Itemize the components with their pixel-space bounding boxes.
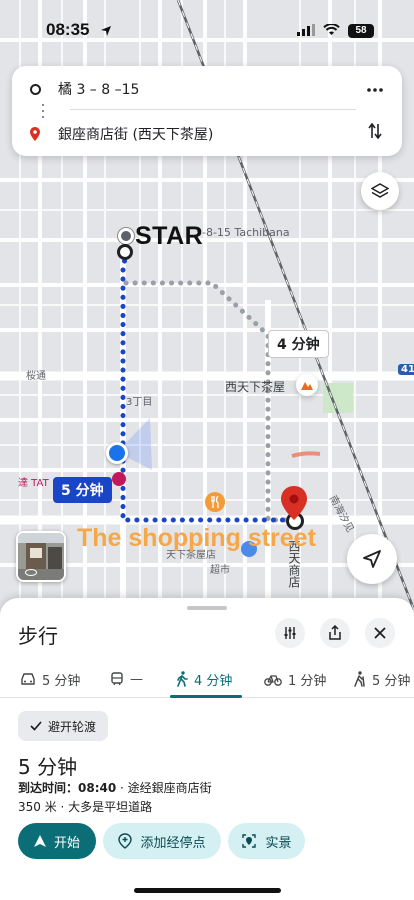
close-icon (374, 627, 386, 639)
street-view-button[interactable]: 实景 (228, 823, 305, 859)
sliders-icon (284, 627, 296, 639)
start-button[interactable]: 开始 (18, 823, 96, 859)
add-location-icon (118, 833, 133, 849)
tab-hiking-label: 5 分钟 (372, 673, 411, 689)
travel-mode-tabs: 5 分钟 — 4 分钟 1 分钟 5 分钟 (0, 660, 414, 698)
transit-icon (111, 672, 123, 686)
bike-icon (264, 674, 282, 686)
battery-indicator: 58 (348, 23, 374, 38)
street-view-label: 实景 (265, 835, 292, 851)
route-duration: 5 分钟 (18, 755, 78, 779)
destination-marker-icon (12, 127, 58, 141)
route-distance: 350 米 (18, 800, 57, 814)
store-marker-icon[interactable] (112, 472, 126, 486)
shopping-street-annotation: The shopping street (77, 524, 316, 552)
map-label-tat: 達 TAT (18, 478, 49, 489)
swap-button[interactable] (360, 120, 390, 148)
map-label-sakuradori: 桜通 (26, 371, 46, 382)
tab-walking[interactable]: 4 分钟 (176, 660, 232, 698)
origin-circle-icon (12, 83, 58, 95)
status-bar: 08:35 58 (0, 0, 414, 54)
arrival-time: 08:40 (78, 781, 117, 795)
alt-route-time-chip[interactable]: 4 分钟 (268, 330, 329, 358)
avoid-ferry-label: 避开轮渡 (48, 719, 97, 734)
main-route-time-chip[interactable]: 5 分钟 (53, 477, 112, 503)
directions-sheet: 步行 5 分钟 — 4 分钟 1 分钟 5 分钟 避开轮渡 5 分钟 到达时间：… (0, 598, 414, 900)
tab-driving-label: 5 分钟 (42, 673, 81, 689)
route-terrain: · 大多是平坦道路 (56, 800, 153, 814)
start-button-label: 开始 (53, 835, 80, 851)
map-label-market: 超市 (210, 565, 230, 576)
tab-hiking[interactable]: 5 分钟 (352, 660, 410, 698)
sheet-title: 步行 (18, 624, 58, 648)
tab-transit[interactable]: — (110, 660, 143, 698)
360-icon (25, 569, 37, 576)
map-label-tachibana: 3-8-15 Tachibana (195, 226, 290, 239)
route-card: 橘 3 – 8 –15 銀座商店街 (西天下茶屋) (12, 66, 402, 156)
route-options-button[interactable] (275, 618, 305, 648)
arrival-label: 到达时间： (18, 781, 79, 795)
tab-cycling-label: 1 分钟 (288, 673, 327, 689)
share-button[interactable] (320, 618, 350, 648)
walk-icon (177, 671, 188, 687)
add-stop-label: 添加经停点 (140, 835, 206, 851)
tab-driving[interactable]: 5 分钟 (20, 660, 80, 698)
navigate-icon (33, 835, 46, 847)
map-label-station: 西天下茶屋 (225, 380, 286, 394)
navigation-arrow-icon (363, 550, 381, 568)
recenter-button[interactable] (347, 534, 397, 584)
current-location-icon (106, 442, 128, 464)
destination-field[interactable]: 銀座商店街 (西天下茶屋) (58, 124, 213, 144)
active-tab-indicator (170, 695, 242, 698)
check-icon (30, 721, 42, 731)
start-point-icon (117, 244, 133, 260)
wifi-icon (323, 21, 340, 40)
street-view-thumbnail[interactable] (16, 531, 66, 582)
more-options-button[interactable] (360, 76, 390, 102)
signal-icon (297, 21, 315, 40)
tab-cycling[interactable]: 1 分钟 (264, 660, 326, 698)
status-time: 08:35 (46, 20, 90, 39)
origin-pin-icon (118, 228, 134, 244)
car-icon (21, 673, 35, 685)
map-view[interactable]: 3-8-15 Tachibana 西天下茶屋 3丁目 桜通 達 TAT 41 天… (0, 0, 414, 610)
sheet-grabber[interactable] (187, 606, 227, 610)
add-stop-button[interactable]: 添加经停点 (103, 823, 221, 859)
route-connector-icon (41, 104, 45, 118)
tab-transit-label: — (130, 671, 143, 687)
arrival-via: · 途经銀座商店街 (116, 781, 212, 795)
origin-field[interactable]: 橘 3 – 8 –15 (58, 79, 139, 99)
home-indicator[interactable] (134, 888, 281, 893)
location-arrow-icon (100, 22, 112, 41)
close-button[interactable] (365, 618, 395, 648)
tab-walking-label: 4 分钟 (194, 673, 233, 689)
layers-icon (371, 183, 389, 198)
restaurant-icon[interactable] (205, 492, 225, 512)
route-41-badge: 41 (398, 364, 414, 375)
avoid-ferry-chip[interactable]: 避开轮渡 (18, 711, 109, 741)
station-icon[interactable] (296, 374, 318, 396)
distance-info: 350 米 · 大多是平坦道路 (18, 798, 152, 815)
share-icon (329, 625, 341, 640)
arrival-info: 到达时间：08:40 · 途经銀座商店街 (18, 779, 212, 796)
start-annotation: STAR (135, 222, 204, 250)
map-label-sanchome: 3丁目 (126, 397, 153, 408)
hike-icon (354, 671, 365, 687)
destination-pin-icon[interactable] (281, 486, 307, 524)
layers-button[interactable] (361, 172, 399, 210)
street-view-icon (242, 834, 257, 848)
